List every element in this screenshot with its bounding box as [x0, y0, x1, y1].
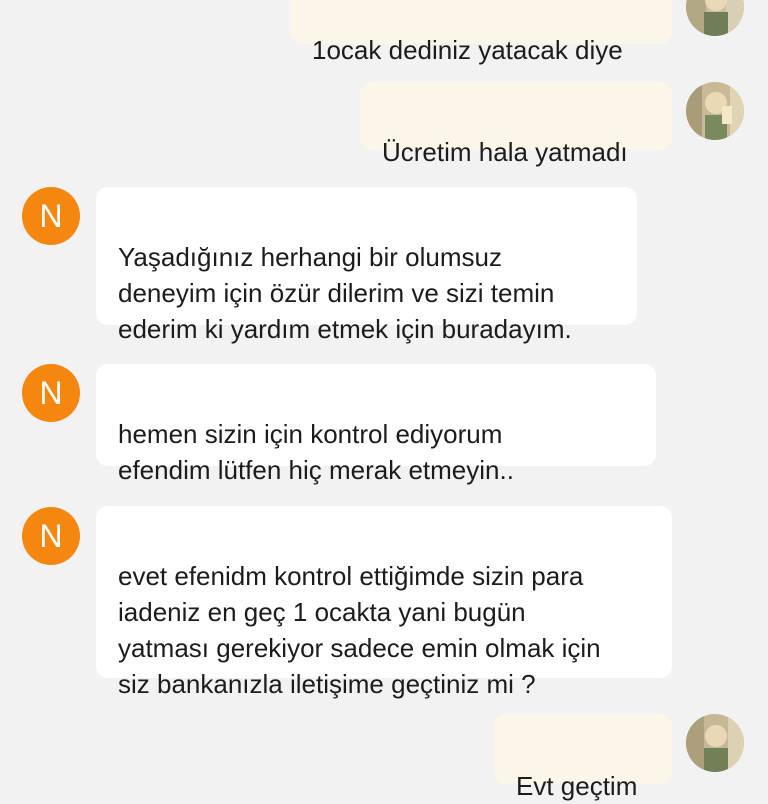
user-photo-icon — [686, 714, 744, 772]
message-text: Yaşadığınız herhangi bir olumsuz deneyim… — [118, 242, 572, 344]
message-text: Ücretim hala yatmadı — [382, 137, 628, 167]
user-avatar[interactable] — [686, 0, 744, 36]
agent-message-bubble[interactable]: hemen sizin için kontrol ediyorum efendi… — [96, 364, 656, 555]
message-text: Evt geçtim — [516, 771, 638, 801]
user-message-bubble[interactable]: 1ocak dediniz yatacak diye — [290, 0, 672, 65]
user-avatar[interactable] — [686, 82, 744, 140]
user-avatar[interactable] — [686, 714, 744, 772]
user-photo-icon — [686, 82, 744, 140]
message-text: 1ocak dediniz yatacak diye — [312, 35, 623, 65]
user-message-bubble[interactable]: Ücretim hala yatmadı — [360, 82, 672, 167]
message-text: evet efenidm kontrol ettiğimde sizin par… — [118, 561, 601, 699]
agent-avatar[interactable]: N — [22, 187, 80, 245]
chat-thread: 1ocak dediniz yatacak diye Ücretim hala … — [0, 0, 768, 801]
user-message-bubble[interactable]: Evt geçtim — [494, 714, 672, 801]
agent-avatar[interactable]: N — [22, 364, 80, 422]
agent-message-bubble[interactable]: Yaşadığınız herhangi bir olumsuz deneyim… — [96, 187, 637, 344]
message-text: hemen sizin için kontrol ediyorum efendi… — [118, 419, 514, 485]
agent-message-bubble[interactable]: evet efenidm kontrol ettiğimde sizin par… — [96, 506, 672, 699]
agent-avatar[interactable]: N — [22, 507, 80, 565]
user-photo-icon — [686, 0, 744, 36]
